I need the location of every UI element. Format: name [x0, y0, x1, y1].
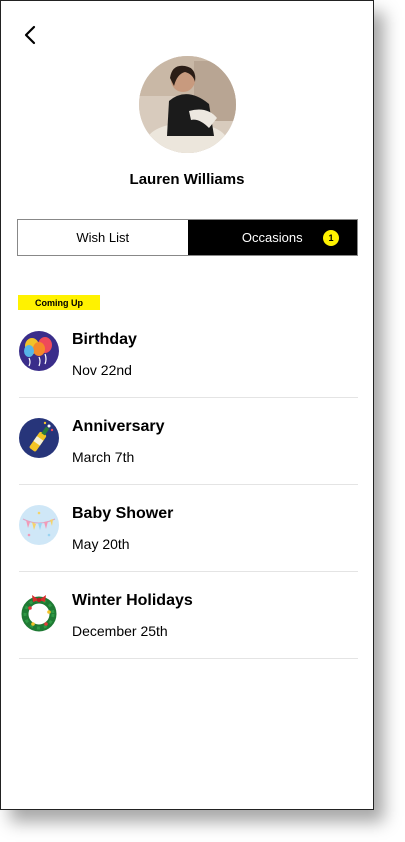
- tab-wish-list[interactable]: Wish List: [18, 220, 188, 255]
- tab-label: Occasions: [241, 230, 303, 245]
- avatar: [139, 56, 236, 153]
- occasion-title: Anniversary: [72, 418, 165, 435]
- occasion-date: March 7th: [72, 449, 135, 465]
- list-item[interactable]: Birthday Nov 22nd: [19, 311, 358, 398]
- list-item[interactable]: Baby Shower May 20th: [19, 485, 358, 572]
- section-badge: Coming Up: [18, 295, 100, 310]
- occasion-title: Baby Shower: [72, 505, 174, 522]
- occasion-list: Birthday Nov 22nd Anniversary March 7th: [19, 311, 358, 659]
- occasion-date: December 25th: [72, 623, 168, 639]
- tab-label: Wish List: [76, 230, 130, 245]
- occasion-date: May 20th: [72, 536, 130, 552]
- tab-bar: Wish List Occasions 1: [17, 219, 358, 256]
- count-badge: 1: [323, 230, 339, 246]
- baby-banner-icon: [19, 505, 59, 545]
- champagne-icon: [19, 418, 59, 458]
- phone-screen: Lauren Williams Wish List Occasions 1 Co…: [0, 0, 374, 810]
- wreath-icon: [21, 595, 57, 632]
- balloons-icon: [19, 331, 59, 371]
- back-arrow-icon[interactable]: [19, 23, 43, 47]
- profile-name: Lauren Williams: [129, 171, 245, 188]
- list-item[interactable]: Winter Holidays December 25th: [19, 572, 358, 659]
- list-item[interactable]: Anniversary March 7th: [19, 398, 358, 485]
- tab-occasions[interactable]: Occasions 1: [187, 220, 357, 255]
- occasion-date: Nov 22nd: [72, 362, 132, 378]
- occasion-title: Birthday: [72, 331, 137, 348]
- occasion-title: Winter Holidays: [72, 592, 193, 609]
